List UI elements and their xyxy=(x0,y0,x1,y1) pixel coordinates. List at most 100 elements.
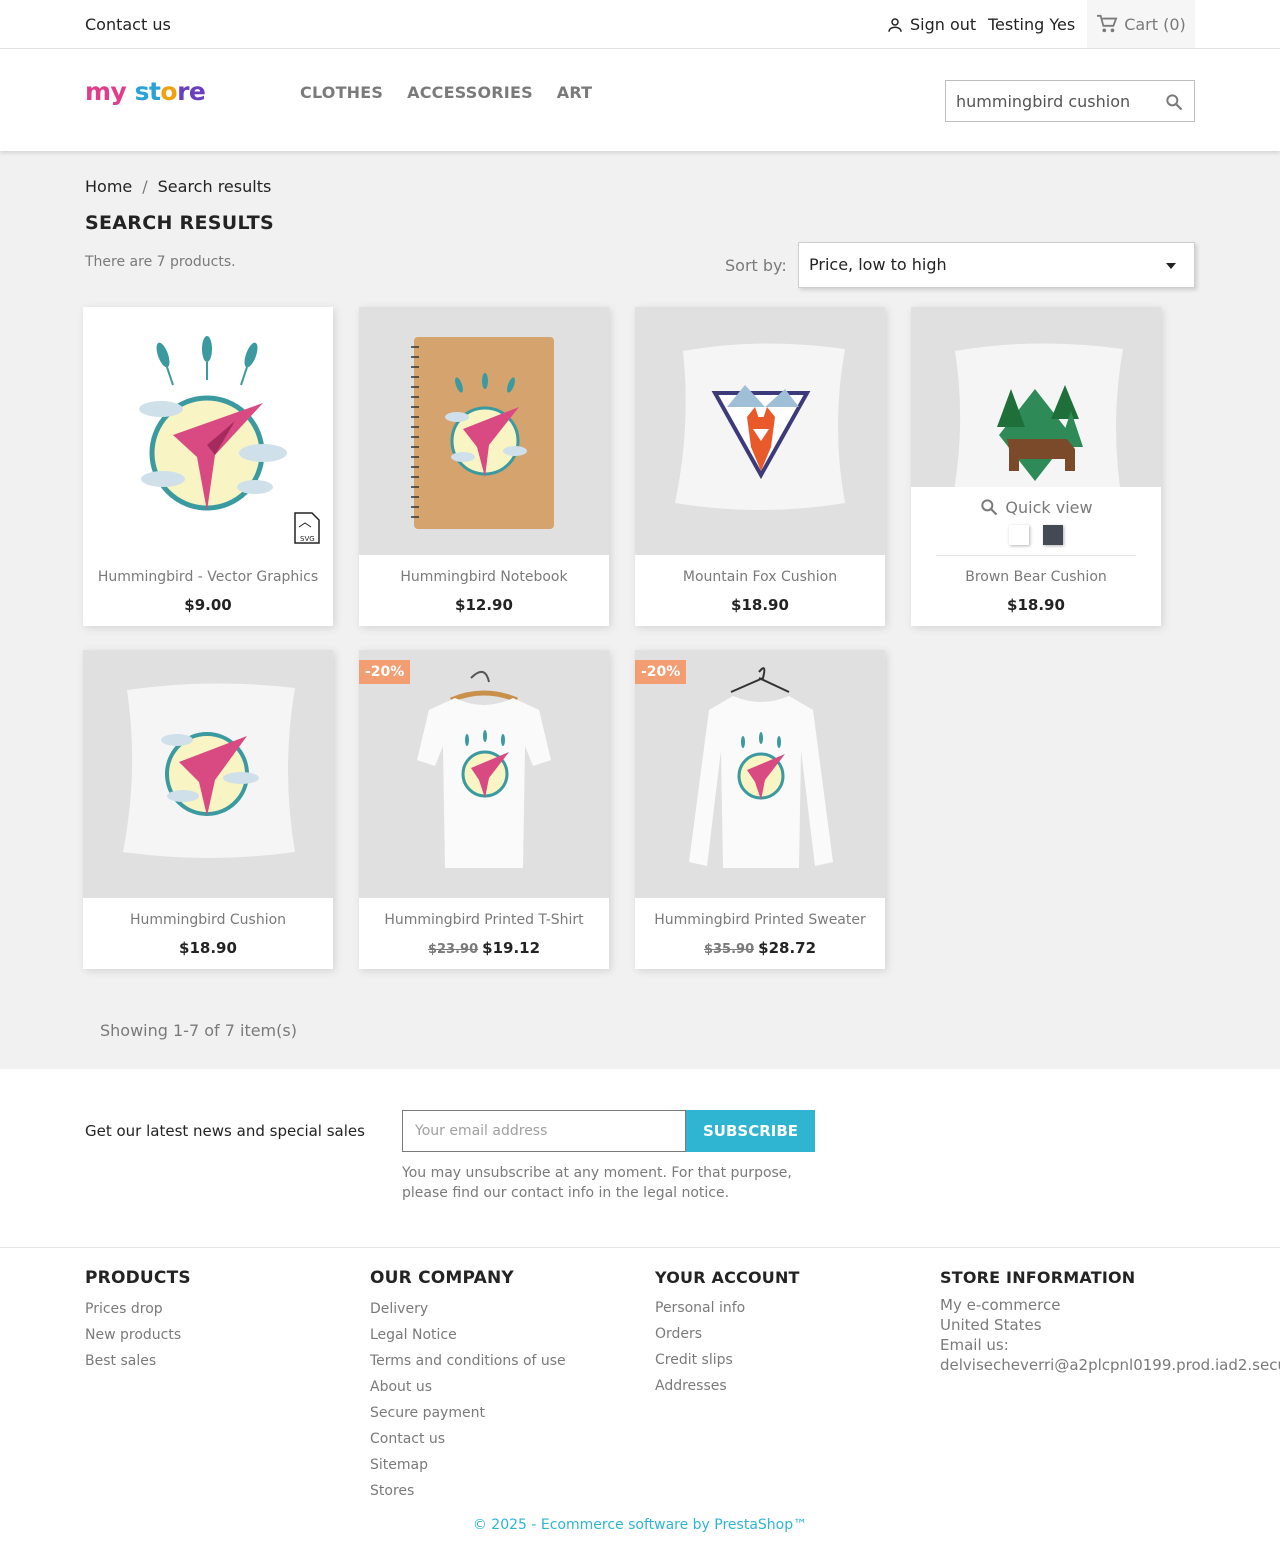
old-price: $35.90 xyxy=(703,942,755,957)
email-field[interactable] xyxy=(403,1111,685,1151)
product-image[interactable] xyxy=(359,307,609,555)
product-price: $12.90 xyxy=(455,596,513,614)
account-link[interactable]: Testing Yes xyxy=(988,15,1075,34)
search-input[interactable] xyxy=(946,81,1151,121)
sort-value: Price, low to high xyxy=(809,255,947,274)
product-price: $18.90 xyxy=(1007,596,1065,614)
caret-down-icon xyxy=(1166,263,1176,269)
product-count: There are 7 products. xyxy=(85,254,236,270)
store-email-link[interactable]: delvisecheverri@a2plcpnl0199.prod.iad2.s… xyxy=(940,1355,1280,1375)
breadcrumb-current: Search results xyxy=(157,177,272,196)
search-icon xyxy=(981,499,998,516)
store-logo[interactable]: my store xyxy=(85,77,206,106)
store-email-label: Email us: xyxy=(940,1336,1009,1354)
product-image[interactable] xyxy=(83,650,333,898)
store-name: My e-commerce xyxy=(940,1296,1061,1314)
breadcrumb-separator: / xyxy=(142,177,148,196)
subscribe-button[interactable]: SUBSCRIBE xyxy=(686,1110,815,1152)
discount-badge: -20% xyxy=(635,660,687,684)
product-price: $23.90 $19.12 xyxy=(427,939,541,957)
top-nav-bar: Contact us Sign out Testing Yes Cart (0) xyxy=(0,0,1280,49)
footer: PRODUCTS Prices drop New products Best s… xyxy=(0,1247,1280,1551)
sort-label: Sort by: xyxy=(725,256,787,275)
footer-link-secure-payment[interactable]: Secure payment xyxy=(370,1400,566,1426)
page-title: SEARCH RESULTS xyxy=(85,212,274,234)
contact-us-link[interactable]: Contact us xyxy=(85,15,171,34)
product-card[interactable]: Quick view Brown Bear Cushion $18.90 xyxy=(911,307,1161,626)
footer-account: YOUR ACCOUNT Personal info Orders Credit… xyxy=(655,1268,800,1399)
divider xyxy=(936,555,1136,556)
cart-label: Cart (0) xyxy=(1124,14,1186,34)
cart-icon xyxy=(1097,14,1118,33)
product-price: $18.90 xyxy=(179,939,237,957)
product-image[interactable]: -20% xyxy=(635,650,885,898)
footer-link-credit-slips[interactable]: Credit slips xyxy=(655,1347,800,1373)
footer-link-sitemap[interactable]: Sitemap xyxy=(370,1452,566,1478)
breadcrumb-home[interactable]: Home xyxy=(85,177,132,196)
color-swatch-white[interactable] xyxy=(1009,525,1029,545)
product-card[interactable]: -20% Hummingbird Printed Sweater $35.90 $… xyxy=(635,650,885,969)
product-name[interactable]: Hummingbird Cushion xyxy=(83,912,333,928)
footer-company: OUR COMPANY Delivery Legal Notice Terms … xyxy=(370,1268,566,1504)
footer-store-title: STORE INFORMATION xyxy=(940,1268,1136,1287)
product-name[interactable]: Hummingbird Notebook xyxy=(359,569,609,585)
nav-art[interactable]: ART xyxy=(557,83,593,102)
product-name[interactable]: Mountain Fox Cushion xyxy=(635,569,885,585)
pagination-summary: Showing 1-7 of 7 item(s) xyxy=(100,1021,297,1040)
old-price: $23.90 xyxy=(427,942,479,957)
cart-button[interactable]: Cart (0) xyxy=(1087,0,1195,48)
product-price: $9.00 xyxy=(184,596,232,614)
footer-link-prices-drop[interactable]: Prices drop xyxy=(85,1296,191,1322)
product-name[interactable]: Hummingbird Printed T-Shirt xyxy=(359,912,609,928)
user-icon xyxy=(888,17,902,32)
nav-clothes[interactable]: CLOTHES xyxy=(300,83,383,102)
sign-out-link[interactable]: Sign out xyxy=(886,15,976,34)
footer-link-terms[interactable]: Terms and conditions of use xyxy=(370,1348,566,1374)
footer-link-delivery[interactable]: Delivery xyxy=(370,1296,566,1322)
product-name[interactable]: Hummingbird - Vector Graphics xyxy=(83,569,333,585)
footer-products-title: PRODUCTS xyxy=(85,1268,191,1288)
footer-link-new-products[interactable]: New products xyxy=(85,1322,191,1348)
product-card[interactable]: -20% Hummingbird Printed T-Shirt $23.90 $… xyxy=(359,650,609,969)
product-card[interactable]: SVG Hummingbird - Vector Graphics $9.00 xyxy=(83,307,333,626)
footer-account-title[interactable]: YOUR ACCOUNT xyxy=(655,1268,800,1287)
footer-link-legal-notice[interactable]: Legal Notice xyxy=(370,1322,566,1348)
copyright-link[interactable]: © 2025 - Ecommerce software by PrestaSho… xyxy=(0,1517,1280,1533)
footer-link-about-us[interactable]: About us xyxy=(370,1374,566,1400)
footer-store-info: STORE INFORMATION My e-commerce United S… xyxy=(940,1268,1280,1375)
nav-accessories[interactable]: ACCESSORIES xyxy=(407,83,533,102)
newsletter-text: Get our latest news and special sales xyxy=(85,1122,365,1140)
footer-link-contact-us[interactable]: Contact us xyxy=(370,1426,566,1452)
sign-out-label: Sign out xyxy=(910,15,977,34)
product-card[interactable]: Hummingbird Notebook $12.90 xyxy=(359,307,609,626)
product-image[interactable]: SVG xyxy=(83,307,333,555)
product-name[interactable]: Brown Bear Cushion xyxy=(911,569,1161,585)
quick-view-button[interactable]: Quick view xyxy=(911,497,1161,517)
product-image[interactable] xyxy=(635,307,885,555)
newsletter-email-box xyxy=(402,1110,686,1152)
sort-dropdown[interactable]: Price, low to high xyxy=(798,242,1195,288)
footer-link-stores[interactable]: Stores xyxy=(370,1478,566,1504)
footer-link-addresses[interactable]: Addresses xyxy=(655,1373,800,1399)
search-box xyxy=(945,80,1195,122)
footer-link-orders[interactable]: Orders xyxy=(655,1321,800,1347)
search-results-section: Home / Search results SEARCH RESULTS The… xyxy=(0,151,1280,1069)
product-image[interactable]: -20% xyxy=(359,650,609,898)
search-icon[interactable] xyxy=(1164,92,1184,112)
product-card[interactable]: Mountain Fox Cushion $18.90 xyxy=(635,307,885,626)
unsubscribe-note: You may unsubscribe at any moment. For t… xyxy=(402,1165,792,1201)
breadcrumb: Home / Search results xyxy=(85,177,271,196)
product-price: $35.90 $28.72 xyxy=(703,939,817,957)
color-swatch-gray[interactable] xyxy=(1043,525,1063,545)
product-price: $18.90 xyxy=(731,596,789,614)
main-nav: CLOTHES ACCESSORIES ART xyxy=(300,83,592,102)
footer-link-best-sales[interactable]: Best sales xyxy=(85,1348,191,1374)
main-header: my store CLOTHES ACCESSORIES ART xyxy=(0,49,1280,151)
quick-view-panel: Quick view xyxy=(911,487,1161,556)
store-country: United States xyxy=(940,1316,1042,1334)
footer-company-title: OUR COMPANY xyxy=(370,1268,514,1288)
product-card[interactable]: Hummingbird Cushion $18.90 xyxy=(83,650,333,969)
product-name[interactable]: Hummingbird Printed Sweater xyxy=(635,912,885,928)
footer-link-personal-info[interactable]: Personal info xyxy=(655,1295,800,1321)
color-swatches xyxy=(911,525,1161,545)
